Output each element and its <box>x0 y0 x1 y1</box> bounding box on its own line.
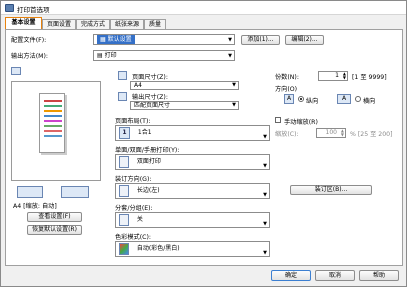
collate-select[interactable]: 关 ▼ <box>115 212 270 228</box>
print-icon: ▤ <box>97 52 103 59</box>
orientation-label: 方向(O) <box>275 86 298 93</box>
scale-label: 缩放(C): <box>275 131 299 138</box>
page-preview-image <box>39 93 65 153</box>
output-size-select[interactable]: 匹配页面尺寸 ▼ <box>130 101 239 110</box>
output-size-label: 输出尺寸(Z): <box>132 94 168 101</box>
scale-value: 100 <box>325 129 337 136</box>
binding-edge-icon <box>119 184 129 197</box>
ok-button[interactable]: 确定 <box>271 270 311 281</box>
chevron-down-icon: ▼ <box>263 163 267 169</box>
page-size-select[interactable]: A4 ▼ <box>130 81 239 90</box>
spin-arrows-icon[interactable]: ▲ ▼ <box>343 72 346 80</box>
duplex-select[interactable]: 双面打印 ▼ <box>115 154 270 170</box>
collate-value: 关 <box>136 216 143 223</box>
landscape-icon: A <box>337 94 351 104</box>
portrait-label: 纵向 <box>306 98 319 105</box>
manual-scaling-label: 手动缩放(R) <box>284 119 318 126</box>
page-size-value: A4 <box>134 82 142 89</box>
profile-value: 默认设置 <box>107 36 132 43</box>
window-title: 打印首选项 <box>17 6 50 14</box>
profile-select[interactable]: ▦ 默认设置 ▼ <box>93 34 235 45</box>
copies-range: [1 至 9999] <box>352 74 387 81</box>
view-settings-button[interactable]: 查看设置(F) <box>27 212 82 222</box>
add-profile-button[interactable]: 添加(1)... <box>241 35 280 45</box>
chevron-down-icon: ▼ <box>232 82 236 88</box>
copies-label: 份数(N): <box>275 74 299 81</box>
output-size-value: 匹配页面尺寸 <box>134 102 171 109</box>
spin-arrows-icon[interactable]: ▲ ▼ <box>341 129 344 137</box>
duplex-label: 单面/双面/手册打印(Y): <box>115 147 180 154</box>
portrait-icon: A <box>284 94 294 104</box>
scale-range: % [25 至 200] <box>350 131 393 138</box>
color-mode-label: 色彩模式(C): <box>115 234 151 241</box>
printer-icon <box>5 4 14 12</box>
profile-icon: ▦ <box>100 36 106 43</box>
tab-finishing[interactable]: 完成方式 <box>76 19 110 29</box>
chevron-down-icon: ▼ <box>263 192 267 198</box>
binding-label: 装订方向(G): <box>115 176 152 183</box>
help-button[interactable]: 帮助 <box>359 270 399 281</box>
profile-label: 配置文件(F): <box>11 37 47 44</box>
page-layout-select[interactable]: 1 1合1 ▼ <box>115 125 270 141</box>
tab-quality[interactable]: 质量 <box>144 19 166 29</box>
cancel-button[interactable]: 取消 <box>315 270 355 281</box>
page-size-icon <box>118 71 127 80</box>
color-mode-value: 自动(彩色/黑白) <box>136 245 180 252</box>
duplex-value: 双面打印 <box>136 158 161 165</box>
chevron-down-icon: ▼ <box>228 37 232 43</box>
scale-spinner[interactable]: 100 ▲ ▼ <box>316 128 346 138</box>
manual-scaling-checkbox[interactable] <box>275 117 281 123</box>
color-mode-icon <box>119 242 129 255</box>
edit-profile-button[interactable]: 编辑(2)... <box>285 35 324 45</box>
binding-select[interactable]: 长边(左) ▼ <box>115 183 270 199</box>
portrait-radio[interactable] <box>298 96 304 102</box>
output-method-value: 打印 <box>104 52 117 59</box>
layout-1up-icon: 1 <box>119 126 130 139</box>
output-method-label: 输出方法(M): <box>11 53 49 60</box>
collate-label: 分套/分组(E): <box>115 205 153 212</box>
page-layout-value: 1合1 <box>137 129 152 136</box>
output-size-icon <box>118 92 127 101</box>
title-bar: 打印首选项 <box>1 1 406 15</box>
page-size-label: 页面尺寸(Z): <box>132 74 168 81</box>
chevron-down-icon: ▼ <box>232 102 236 108</box>
tab-paper-source[interactable]: 纸张来源 <box>110 19 144 29</box>
chevron-down-icon: ▼ <box>228 53 232 59</box>
binding-margin-button[interactable]: 装订区(B)... <box>290 185 372 195</box>
restore-defaults-button[interactable]: 恢复默认设置(R) <box>27 225 82 235</box>
binding-value: 长边(左) <box>136 187 160 194</box>
landscape-radio[interactable] <box>355 96 361 102</box>
landscape-label: 横向 <box>363 98 376 105</box>
view-toggle-icon[interactable] <box>17 186 43 198</box>
output-method-select[interactable]: ▤ 打印 ▼ <box>93 50 235 61</box>
preview-caption: A4 [缩放: 自动] <box>13 203 57 210</box>
collate-off-icon <box>119 213 129 226</box>
tab-page-setup[interactable]: 页面设置 <box>42 19 76 29</box>
binding-view-icon[interactable] <box>61 186 89 198</box>
preview-mode-icon[interactable] <box>11 67 21 75</box>
page-layout-label: 页面布局(T): <box>115 118 151 125</box>
color-mode-select[interactable]: 自动(彩色/黑白) ▼ <box>115 241 270 257</box>
tab-strip: 基本设置 页面设置 完成方式 纸张来源 质量 <box>5 17 405 29</box>
copies-spinner[interactable]: 1 ▲ ▼ <box>318 71 348 81</box>
duplex-icon <box>119 155 129 168</box>
print-preferences-window: 打印首选项 基本设置 页面设置 完成方式 纸张来源 质量 配置文件(F): ▦ … <box>0 0 407 287</box>
chevron-down-icon: ▼ <box>263 221 267 227</box>
chevron-down-icon: ▼ <box>263 250 267 256</box>
tab-basic-settings[interactable]: 基本设置 <box>5 17 42 29</box>
chevron-down-icon: ▼ <box>263 134 267 140</box>
copies-value: 1 <box>335 72 339 79</box>
